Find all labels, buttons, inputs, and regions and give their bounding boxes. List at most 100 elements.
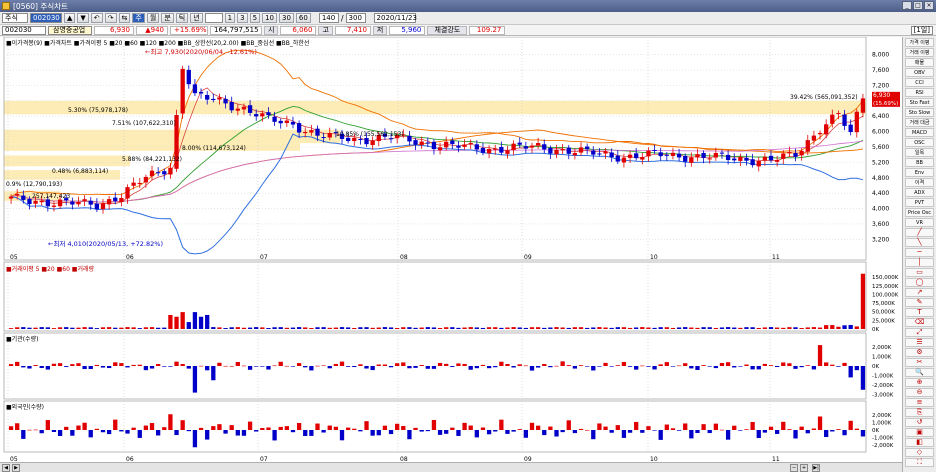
volume-bar <box>701 327 706 329</box>
indicator-item[interactable]: Sto Fast <box>905 98 934 107</box>
institution-bar <box>27 366 32 369</box>
drawing-tool-icon[interactable]: │ <box>905 258 934 267</box>
drawing-tool-icon[interactable]: ⎘ <box>905 408 934 417</box>
drawing-tool-icon[interactable]: ─ <box>905 248 934 257</box>
count-total-input[interactable]: 300 <box>345 13 366 23</box>
drawing-tool-icon[interactable]: ◇ <box>905 448 934 457</box>
indicator-item[interactable]: 일목 <box>905 148 934 157</box>
drawing-tool-icon[interactable]: ⌫ <box>905 318 934 327</box>
indicator-item[interactable]: CCI <box>905 78 934 87</box>
zoom-out-icon[interactable]: − <box>790 464 798 472</box>
foreign-bar <box>787 429 792 430</box>
indicator-item[interactable]: RSI <box>905 88 934 97</box>
volume-bar <box>695 327 700 329</box>
drawing-tool-icon[interactable]: ◯ <box>905 278 934 287</box>
indicator-item[interactable]: Sto Slow <box>905 108 934 117</box>
zoom-in-icon[interactable]: + <box>800 464 808 472</box>
drawing-tool-icon[interactable]: 🔍 <box>905 368 934 377</box>
drawing-tool-icon[interactable]: ✂ <box>905 358 934 367</box>
volume-bar <box>137 328 142 329</box>
indicator-item[interactable]: 거래 이평 <box>905 48 934 57</box>
candle-body <box>186 69 191 85</box>
period-month-button[interactable]: 월 <box>146 13 160 23</box>
minute-30-button[interactable]: 30 <box>279 13 294 23</box>
indicator-item[interactable]: OSC <box>905 138 934 147</box>
drawing-tool-icon[interactable]: ≡ <box>905 398 934 407</box>
indicator-item[interactable]: PVT <box>905 198 934 207</box>
drawing-tool-icon[interactable]: ↗ <box>905 288 934 297</box>
drawing-tool-icon[interactable]: ╲ <box>905 238 934 247</box>
indicator-item[interactable]: 거래 대금 <box>905 118 934 127</box>
volume-bar <box>603 327 608 329</box>
drawing-tool-icon[interactable]: T <box>905 308 934 317</box>
indicator-item[interactable]: OBV <box>905 68 934 77</box>
drawing-tool-icon[interactable]: ⚙ <box>905 348 934 357</box>
indicator-item[interactable]: VR <box>905 218 934 227</box>
indicator-item[interactable]: MACD <box>905 128 934 137</box>
foreign-bar <box>799 426 804 430</box>
foreign-bar <box>247 421 253 430</box>
drawing-tool-icon[interactable]: ⤢ <box>905 328 934 337</box>
up-button[interactable]: ▲ <box>64 13 76 23</box>
indicator-item[interactable]: ADX <box>905 188 934 197</box>
date-picker[interactable]: 2020/11/23 <box>373 13 417 23</box>
drawing-tool-icon[interactable]: ☰ <box>905 338 934 347</box>
redo-button[interactable]: ↷ <box>104 13 117 23</box>
indicator-item[interactable]: 매물 <box>905 58 934 67</box>
period-week-button[interactable]: 주 <box>132 13 145 23</box>
chart-scrollbar[interactable]: ◀ ▶ − + ▶| <box>0 462 902 472</box>
period-tick-button[interactable]: 틱 <box>175 13 189 23</box>
indicator-item[interactable]: 이격 <box>905 178 934 187</box>
minimize-button[interactable]: _ <box>902 1 912 10</box>
drawing-tool-icon[interactable]: ◧ <box>905 438 934 447</box>
stock-chart[interactable]: 05050606070708080909101011118,0007,6007,… <box>0 37 902 462</box>
stock-name-field[interactable]: 삼영중공업 <box>48 25 92 35</box>
drawing-tool-icon[interactable]: ⊖ <box>905 388 934 397</box>
scroll-end-icon[interactable]: ▶| <box>812 464 820 472</box>
market-select[interactable]: 주식 <box>2 13 28 23</box>
minute-5-button[interactable]: 5 <box>249 13 261 23</box>
code-input[interactable]: 002030 <box>30 13 62 23</box>
foreign-bar <box>854 428 859 430</box>
undo-button[interactable]: ↶ <box>90 13 103 23</box>
drawing-tool-icon[interactable]: ✎ <box>905 298 934 307</box>
drawing-tool-icon[interactable]: ⊕ <box>905 378 934 387</box>
scroll-right-icon[interactable]: ▶ <box>12 464 20 472</box>
drawing-tool-icon[interactable]: ▭ <box>905 268 934 277</box>
drawing-tool-icon[interactable]: ╱ <box>905 228 934 237</box>
minute-1-button[interactable]: 1 <box>224 13 236 23</box>
close-button[interactable]: × <box>924 1 934 10</box>
foreign-bar <box>45 420 50 430</box>
foreign-bar <box>51 430 57 433</box>
down-button[interactable]: ▼ <box>77 13 89 23</box>
candle-body <box>70 201 75 205</box>
institution-bar <box>499 361 504 366</box>
candle-body <box>658 152 663 157</box>
indicator-item[interactable]: Price Osc <box>905 208 934 217</box>
drawing-tool-icon[interactable]: ↺ <box>905 418 934 427</box>
fib-label: 0.48% (6,883,114) <box>52 168 108 175</box>
maximize-button[interactable]: □ <box>913 1 923 10</box>
indicator-item[interactable]: BB <box>905 158 934 167</box>
drawing-tool-icon[interactable]: ▣ <box>905 428 934 437</box>
interval-input[interactable] <box>204 13 223 23</box>
minute-60-button[interactable]: 60 <box>295 13 311 23</box>
swap-button[interactable]: ⇆ <box>118 13 131 23</box>
period-year-button[interactable]: 년 <box>190 13 203 23</box>
indicator-item[interactable]: 가격 이평 <box>905 38 934 47</box>
scroll-left-icon[interactable]: ◀ <box>2 464 10 472</box>
fib-label: 5.88% (84,221,132) <box>122 156 182 163</box>
institution-bar <box>309 366 314 371</box>
period-minute-button[interactable]: 분 <box>161 13 174 23</box>
count-input[interactable]: 140 <box>318 13 339 23</box>
indicator-item[interactable]: Env <box>905 168 934 177</box>
volume-bar <box>296 327 302 329</box>
volume-axis-tick: 50,000K <box>872 310 895 316</box>
minute-10-button[interactable]: 10 <box>262 13 277 23</box>
drawing-tool-icon[interactable]: ⛶ <box>905 458 934 467</box>
candle-body <box>676 153 682 158</box>
minute-3-button[interactable]: 3 <box>237 13 248 23</box>
volume-axis-tick: 25,000K <box>872 318 895 324</box>
candle-body <box>603 151 608 154</box>
stock-code-field[interactable]: 002030 <box>2 25 46 35</box>
